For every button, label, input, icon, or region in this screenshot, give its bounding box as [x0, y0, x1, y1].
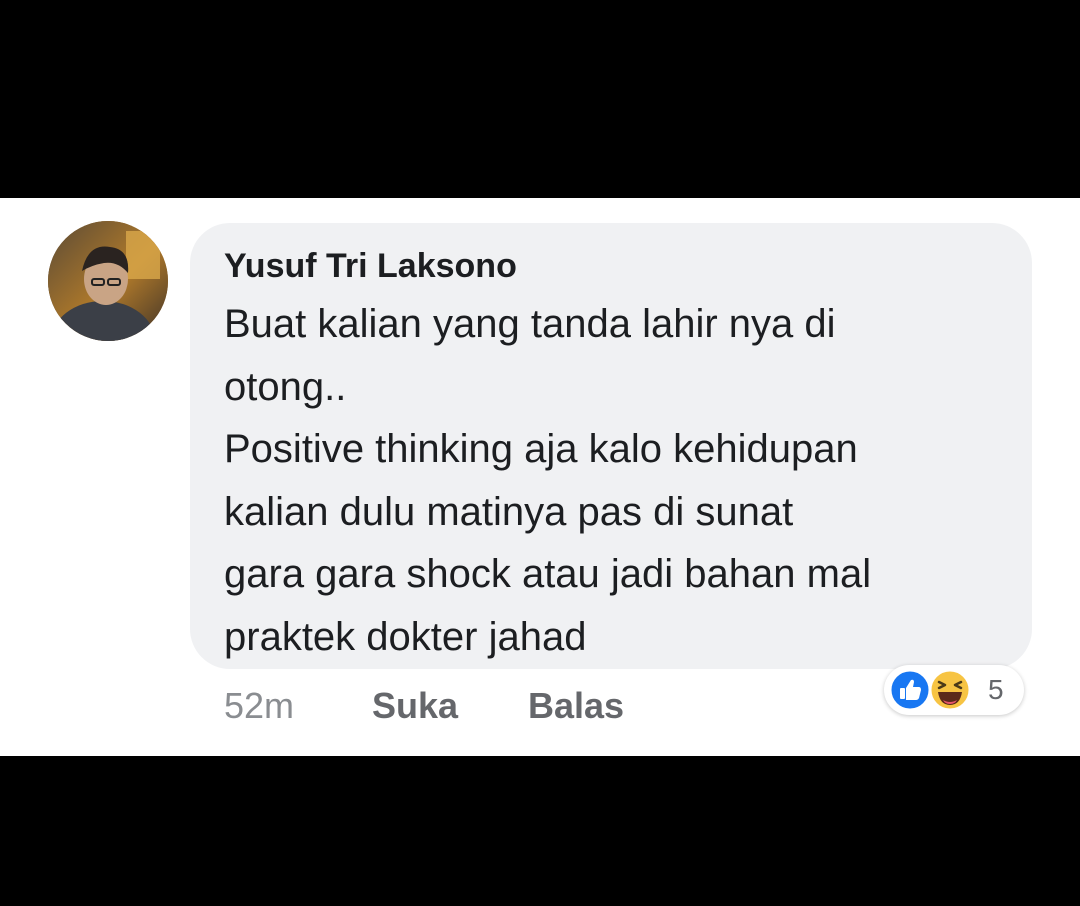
comment-bubble: Yusuf Tri Laksono Buat kalian yang tanda… [190, 223, 1032, 669]
comment-line: gara gara shock atau jadi bahan mal [224, 552, 872, 596]
top-black-band [0, 0, 1080, 198]
reply-button[interactable]: Balas [528, 684, 624, 728]
bottom-black-band [0, 756, 1080, 906]
avatar-photo [48, 221, 168, 341]
comment-panel: Yusuf Tri Laksono Buat kalian yang tanda… [0, 198, 1080, 756]
reactions-summary[interactable]: 5 [884, 665, 1024, 715]
comment-line: praktek dokter jahad [224, 614, 587, 659]
comment-author[interactable]: Yusuf Tri Laksono [224, 247, 517, 286]
reaction-count: 5 [988, 674, 1004, 705]
comment-line: otong.. [224, 364, 347, 409]
comment-text: Buat kalian yang tanda lahir nya di oton… [224, 293, 1014, 668]
comment-line: Buat kalian yang tanda lahir nya di [224, 302, 836, 346]
comment-line: kalian dulu matinya pas di sunat [224, 489, 794, 534]
comment-line: Positive thinking aja kalo kehidupan [224, 427, 858, 471]
haha-icon [928, 668, 972, 712]
like-icon [888, 668, 932, 712]
comment-timestamp[interactable]: 52m [224, 684, 294, 728]
avatar[interactable] [48, 221, 168, 341]
like-button[interactable]: Suka [372, 684, 458, 728]
